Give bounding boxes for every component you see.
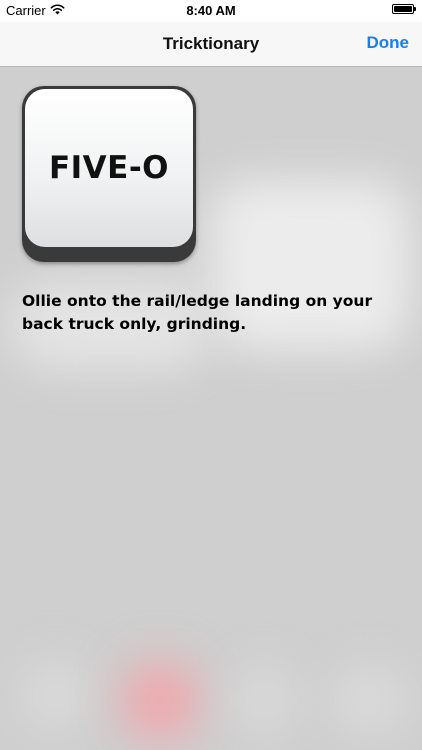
- background-blur: [230, 665, 300, 735]
- background-blur: [330, 665, 410, 735]
- navigation-bar: Tricktionary Done: [0, 22, 422, 67]
- background-blur: [20, 660, 90, 730]
- status-time: 8:40 AM: [186, 3, 236, 18]
- done-button[interactable]: Done: [367, 33, 410, 53]
- background-blur: [120, 660, 200, 740]
- status-bar: Carrier 8:40 AM: [0, 0, 422, 22]
- battery-icon: [392, 4, 416, 14]
- app-screen: Carrier 8:40 AM Tricktionary Done FIVE-O…: [0, 0, 422, 750]
- trick-name: FIVE-O: [48, 150, 170, 186]
- trick-key-face: FIVE-O: [25, 89, 193, 247]
- page-title: Tricktionary: [162, 34, 260, 53]
- trick-description: Ollie onto the rail/ledge landing on you…: [22, 292, 373, 333]
- trick-key: FIVE-O: [22, 86, 196, 262]
